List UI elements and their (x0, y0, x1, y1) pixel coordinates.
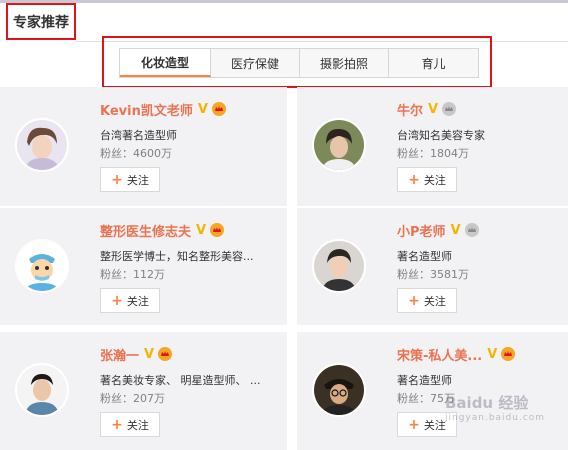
verified-v-icon: V (196, 222, 207, 238)
expert-desc: 著名造型师 (397, 374, 452, 387)
tab-makeup[interactable]: 化妆造型 (120, 49, 211, 77)
verified-v-icon: V (450, 222, 461, 238)
verified-v-icon: V (144, 346, 155, 362)
expert-desc: 著名造型师 (397, 250, 452, 263)
grey-crown-icon (464, 223, 479, 237)
follow-button[interactable]: + 关注 (397, 167, 457, 192)
plus-icon: + (111, 416, 123, 433)
fans-count: 粉丝：112万 (100, 268, 165, 281)
verified-v-icon: V (487, 346, 498, 362)
expert-desc: 台湾知名美容专家 (397, 129, 485, 142)
name-row: 宋策-私人美... V (397, 345, 516, 364)
expert-name[interactable]: 牛尔 (397, 100, 423, 119)
follow-label: 关注 (423, 418, 446, 432)
plus-icon: + (408, 171, 420, 188)
avatar[interactable] (314, 365, 364, 415)
tabs-highlight-box: 化妆造型 医疗保健 摄影拍照 育儿 (102, 36, 492, 88)
follow-button[interactable]: + 关注 (397, 288, 457, 313)
fans-count: 粉丝：3581万 (397, 268, 469, 281)
grey-crown-icon (442, 102, 457, 116)
expert-card: 宋策-私人美... V 著名造型师 粉丝：75万 + 关注 (297, 332, 568, 450)
vip-crown-icon (211, 102, 226, 116)
expert-card: 张瀚一 V 著名美妆专家、 明星造型师、 ... 粉丝：207万 + 关注 (0, 332, 287, 450)
category-tabs: 化妆造型 医疗保健 摄影拍照 育儿 (119, 48, 479, 78)
expert-name[interactable]: 宋策-私人美... (397, 345, 482, 364)
name-row: 小P老师 V (397, 221, 479, 240)
expert-card: 整形医生修志夫 V 整形医学博士，知名整形美容... 粉丝：112万 + 关注 (0, 208, 287, 325)
expert-desc: 台湾著名造型师 (100, 129, 177, 142)
verified-v-icon: V (428, 101, 439, 117)
expert-card: 小P老师 V 著名造型师 粉丝：3581万 + 关注 (297, 208, 568, 325)
plus-icon: + (111, 171, 123, 188)
expert-name[interactable]: 整形医生修志夫 (100, 221, 191, 240)
expert-card: 牛尔 V 台湾知名美容专家 粉丝：1804万 + 关注 (297, 87, 568, 206)
follow-label: 关注 (126, 173, 149, 187)
vip-crown-icon (501, 347, 516, 361)
section-title: 专家推荐 (13, 14, 69, 31)
follow-label: 关注 (126, 294, 149, 308)
tab-photography[interactable]: 摄影拍照 (300, 49, 389, 77)
tab-medical[interactable]: 医疗保健 (211, 49, 300, 77)
name-row: 整形医生修志夫 V (100, 221, 225, 240)
expert-name[interactable]: Kevin凯文老师 (100, 100, 193, 119)
avatar[interactable] (17, 120, 67, 170)
name-row: Kevin凯文老师 V (100, 100, 226, 119)
follow-button[interactable]: + 关注 (100, 412, 160, 437)
verified-v-icon: V (197, 101, 208, 117)
watermark-main: Baidu 经验 (445, 394, 529, 412)
expert-name[interactable]: 小P老师 (397, 221, 446, 240)
expert-desc: 整形医学博士，知名整形美容... (100, 250, 254, 263)
name-row: 牛尔 V (397, 100, 457, 119)
watermark-sub: jingyan.baidu.com (445, 413, 546, 423)
follow-label: 关注 (423, 294, 446, 308)
avatar[interactable] (314, 120, 364, 170)
vip-crown-icon (158, 347, 173, 361)
fans-count: 粉丝：4600万 (100, 147, 172, 160)
name-row: 张瀚一 V (100, 345, 173, 364)
baidu-watermark: Baidu 经验 jingyan.baidu.com (445, 392, 545, 423)
follow-button[interactable]: + 关注 (100, 288, 160, 313)
fans-count: 粉丝：1804万 (397, 147, 469, 160)
fans-count: 粉丝：207万 (100, 392, 165, 405)
plus-icon: + (408, 416, 420, 433)
avatar[interactable] (17, 241, 67, 291)
avatar[interactable] (314, 241, 364, 291)
follow-button[interactable]: + 关注 (100, 167, 160, 192)
plus-icon: + (111, 292, 123, 309)
plus-icon: + (408, 292, 420, 309)
avatar[interactable] (17, 365, 67, 415)
expert-desc: 著名美妆专家、 明星造型师、 ... (100, 374, 261, 387)
expert-card: Kevin凯文老师 V 台湾著名造型师 粉丝：4600万 + 关注 (0, 87, 287, 206)
vip-crown-icon (210, 223, 225, 237)
title-highlight-box: 专家推荐 (6, 3, 76, 40)
follow-label: 关注 (126, 418, 149, 432)
expert-name[interactable]: 张瀚一 (100, 345, 139, 364)
tab-parenting[interactable]: 育儿 (389, 49, 478, 77)
top-strip (0, 0, 568, 3)
follow-label: 关注 (423, 173, 446, 187)
